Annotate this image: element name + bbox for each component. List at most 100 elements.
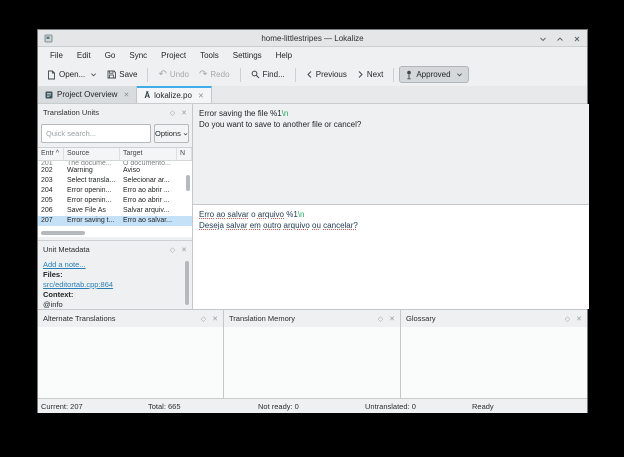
window-title: home-littlestripes — Lokalize xyxy=(38,34,587,43)
column-notes[interactable]: N xyxy=(177,148,192,160)
table-row[interactable]: 202WarningAviso xyxy=(38,166,192,176)
float-panel-icon[interactable]: ◇ xyxy=(378,315,383,323)
float-panel-icon[interactable]: ◇ xyxy=(170,246,175,254)
approved-lamp-icon xyxy=(405,70,413,80)
table-cell: Erro ao salvar... xyxy=(120,216,177,226)
sort-asc-icon: ^ xyxy=(56,150,59,157)
files-label: Files: xyxy=(43,270,187,280)
column-entry[interactable]: Entr ^ xyxy=(38,148,64,160)
close-panel-icon[interactable]: ✕ xyxy=(212,315,218,323)
toolbar-separator xyxy=(295,68,296,82)
unit-metadata-panel: Unit Metadata ◇ ✕ Add a note... Files: s… xyxy=(38,240,192,309)
tab-bar: Project Overview ✕ Ā lokalize.po ✕ xyxy=(38,86,587,104)
panel-body xyxy=(224,327,400,398)
menu-sync[interactable]: Sync xyxy=(122,49,154,62)
table-row[interactable]: 207Error saving t...Erro ao salvar... xyxy=(38,216,192,226)
close-panel-icon[interactable]: ✕ xyxy=(181,109,187,117)
table-cell: 203 xyxy=(38,176,64,186)
target-word: salvar xyxy=(228,210,249,219)
source-text-view[interactable]: Error saving the file %1\n Do you want t… xyxy=(193,104,589,205)
open-button[interactable]: Open... xyxy=(42,66,102,83)
float-panel-icon[interactable]: ◇ xyxy=(170,109,175,117)
horizontal-scrollbar-thumb[interactable] xyxy=(41,231,85,235)
table-row[interactable]: 205Error openin...Erro ao abrir ... xyxy=(38,196,192,206)
undo-button[interactable]: ↶ Undo xyxy=(153,66,194,83)
newline-token: \n xyxy=(282,109,289,118)
find-button[interactable]: Find... xyxy=(246,66,290,83)
target-text-editor[interactable]: Erro ao salvar o arquivo %1\n Deseja sal… xyxy=(193,205,589,309)
toolbar-separator xyxy=(240,68,241,82)
unit-metadata-body: Add a note... Files: src/editortab.cpp:8… xyxy=(38,258,192,310)
lokalize-window: home-littlestripes — Lokalize File Edit … xyxy=(37,29,588,413)
close-tab-icon[interactable]: ✕ xyxy=(123,91,129,99)
target-word: salvar xyxy=(226,221,247,230)
translation-units-table: Entr ^ Source Target N 201The docume...O… xyxy=(38,147,192,237)
column-source[interactable]: Source xyxy=(64,148,120,160)
table-cell: Erro ao abrir ... xyxy=(120,196,177,206)
close-panel-icon[interactable]: ✕ xyxy=(389,315,395,323)
table-cell: Error openin... xyxy=(64,196,120,206)
close-panel-icon[interactable]: ✕ xyxy=(181,246,187,254)
tab-lokalize-po[interactable]: Ā lokalize.po ✕ xyxy=(137,86,211,103)
menu-go[interactable]: Go xyxy=(98,49,123,62)
maximize-button[interactable] xyxy=(556,35,564,43)
table-cell xyxy=(177,206,192,216)
chevron-down-icon xyxy=(90,71,97,78)
vertical-scrollbar-thumb[interactable] xyxy=(186,175,190,191)
save-button[interactable]: Save xyxy=(102,66,142,83)
float-panel-icon[interactable]: ◇ xyxy=(565,315,570,323)
target-line1-words: Erro ao salvar o arquivo %1 xyxy=(199,210,298,219)
alternate-translations-panel: Alternate Translations ◇✕ xyxy=(38,310,223,398)
main-area: Translation Units ◇ ✕ Options Entr ^ Sou… xyxy=(38,104,587,309)
minimize-button[interactable] xyxy=(539,35,547,43)
document-icon xyxy=(47,70,56,80)
options-button[interactable]: Options xyxy=(154,124,189,143)
translation-file-icon: Ā xyxy=(144,91,150,100)
panel-title: Glossary xyxy=(406,314,565,323)
redo-button[interactable]: ↷ Redo xyxy=(194,66,235,83)
table-header: Entr ^ Source Target N xyxy=(38,148,192,161)
menu-tools[interactable]: Tools xyxy=(193,49,226,62)
menu-file[interactable]: File xyxy=(43,49,70,62)
table-cell: Salvar arquiv... xyxy=(120,206,177,216)
table-cell: Aviso xyxy=(120,166,177,176)
approved-button[interactable]: Approved xyxy=(399,66,468,83)
toolbar-separator xyxy=(393,68,394,82)
chevron-right-icon xyxy=(357,70,364,79)
previous-button[interactable]: Previous xyxy=(301,66,352,83)
add-note-link[interactable]: Add a note... xyxy=(43,260,86,269)
close-button[interactable] xyxy=(573,35,581,43)
table-cell: 204 xyxy=(38,186,64,196)
title-bar[interactable]: home-littlestripes — Lokalize xyxy=(38,30,587,47)
table-cell: Warning xyxy=(64,166,120,176)
table-cell: Erro ao abrir ... xyxy=(120,186,177,196)
table-row[interactable]: 206Save File AsSalvar arquiv... xyxy=(38,206,192,216)
float-panel-icon[interactable]: ◇ xyxy=(201,315,206,323)
menu-edit[interactable]: Edit xyxy=(70,49,98,62)
next-button[interactable]: Next xyxy=(352,66,388,83)
table-cell xyxy=(177,196,192,206)
target-line2-words: Deseja salvar em outro arquivo ou cancel… xyxy=(199,221,358,230)
table-row[interactable]: 204Error openin...Erro ao abrir ... xyxy=(38,186,192,196)
panel-title: Translation Memory xyxy=(229,314,378,323)
tab-project-overview[interactable]: Project Overview ✕ xyxy=(38,86,137,103)
close-tab-icon[interactable]: ✕ xyxy=(198,92,204,100)
table-cell: Selecionar ar... xyxy=(120,176,177,186)
table-row[interactable]: 203Select transla...Selecionar ar... xyxy=(38,176,192,186)
table-cell: Error openin... xyxy=(64,186,120,196)
newline-token: \n xyxy=(298,210,305,219)
menu-help[interactable]: Help xyxy=(269,49,299,62)
translation-memory-panel: Translation Memory ◇ ✕ xyxy=(223,310,400,398)
toolbar-separator xyxy=(147,68,148,82)
search-icon xyxy=(251,70,260,79)
panel-body xyxy=(401,327,587,398)
close-panel-icon[interactable]: ✕ xyxy=(576,315,582,323)
quick-search-input[interactable] xyxy=(41,124,151,143)
vertical-scrollbar-thumb[interactable] xyxy=(185,261,189,305)
redo-icon: ↷ xyxy=(199,70,207,80)
menu-settings[interactable]: Settings xyxy=(226,49,269,62)
column-target[interactable]: Target xyxy=(120,148,177,160)
menu-project[interactable]: Project xyxy=(154,49,193,62)
file-link[interactable]: src/editortab.cpp:864 xyxy=(43,280,113,289)
editor-column: Error saving the file %1\n Do you want t… xyxy=(192,104,589,309)
